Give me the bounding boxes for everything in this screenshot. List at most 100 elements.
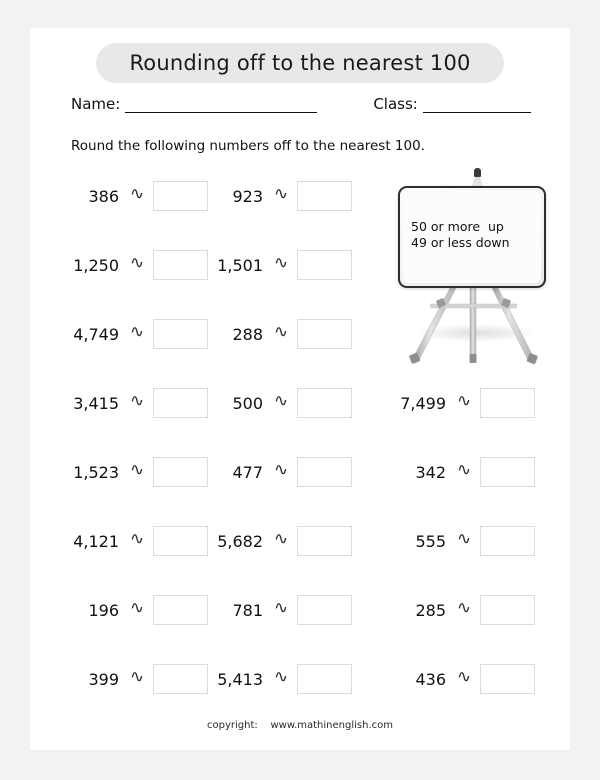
approx-icon: ∿	[129, 667, 145, 687]
question-number: 436	[415, 669, 446, 689]
answer-input-box[interactable]	[153, 526, 208, 556]
answer-input-box[interactable]	[480, 388, 535, 418]
answer-input-box[interactable]	[297, 664, 352, 694]
problem-item: 923 ∿	[208, 176, 352, 216]
approx-icon: ∿	[129, 391, 145, 411]
question-number: 342	[415, 462, 446, 482]
problem-item: 4,749 ∿	[64, 314, 208, 354]
answer-input-box[interactable]	[153, 595, 208, 625]
question-number: 399	[88, 669, 119, 689]
answer-input-box[interactable]	[297, 319, 352, 349]
problem-item: 342 ∿	[385, 452, 535, 492]
approx-icon: ∿	[273, 529, 289, 549]
question-number: 923	[232, 186, 263, 206]
problem-item: 7,499 ∿	[385, 383, 535, 423]
problem-item: 1,501 ∿	[208, 245, 352, 285]
problem-row: 196 ∿ 781 ∿ 285 ∿	[30, 590, 570, 659]
question-number: 4,749	[73, 324, 119, 344]
question-number: 781	[232, 600, 263, 620]
problem-item: 3,415 ∿	[64, 383, 208, 423]
approx-icon: ∿	[273, 322, 289, 342]
approx-icon: ∿	[456, 598, 472, 618]
problem-row: 4,749 ∿ 288 ∿	[30, 314, 570, 383]
problem-item: 555 ∿	[385, 521, 535, 561]
approx-icon: ∿	[273, 460, 289, 480]
problem-item: 288 ∿	[208, 314, 352, 354]
approx-icon: ∿	[273, 667, 289, 687]
question-number: 196	[88, 600, 119, 620]
problem-item: 500 ∿	[208, 383, 352, 423]
problem-item: 781 ∿	[208, 590, 352, 630]
student-info-row: Name: Class:	[71, 91, 541, 113]
problem-row: 3,415 ∿ 500 ∿ 7,499 ∿	[30, 383, 570, 452]
copyright-footer: copyright: www.mathinenglish.com	[207, 720, 393, 731]
question-number: 1,501	[217, 255, 263, 275]
problem-row: 1,250 ∿ 1,501 ∿	[30, 245, 570, 314]
answer-input-box[interactable]	[480, 526, 535, 556]
approx-icon: ∿	[456, 391, 472, 411]
question-number: 477	[232, 462, 263, 482]
answer-input-box[interactable]	[153, 181, 208, 211]
approx-icon: ∿	[129, 460, 145, 480]
question-number: 555	[415, 531, 446, 551]
answer-input-box[interactable]	[480, 457, 535, 487]
problem-row: 399 ∿ 5,413 ∿ 436 ∿	[30, 659, 570, 728]
approx-icon: ∿	[273, 184, 289, 204]
approx-icon: ∿	[273, 391, 289, 411]
approx-icon: ∿	[273, 253, 289, 273]
name-label: Name:	[71, 95, 121, 113]
problem-row: 1,523 ∿ 477 ∿ 342 ∿	[30, 452, 570, 521]
problem-item: 4,121 ∿	[64, 521, 208, 561]
problem-item: 436 ∿	[385, 659, 535, 699]
question-number: 500	[232, 393, 263, 413]
problem-item: 1,250 ∿	[64, 245, 208, 285]
question-number: 288	[232, 324, 263, 344]
question-number: 1,250	[73, 255, 119, 275]
approx-icon: ∿	[456, 529, 472, 549]
answer-input-box[interactable]	[297, 595, 352, 625]
problem-item: 5,413 ∿	[208, 659, 352, 699]
approx-icon: ∿	[456, 460, 472, 480]
instruction-text: Round the following numbers off to the n…	[71, 138, 425, 154]
approx-icon: ∿	[456, 667, 472, 687]
page-title: Rounding off to the nearest 100	[129, 51, 471, 75]
question-number: 5,413	[217, 669, 263, 689]
name-input-line[interactable]	[125, 99, 318, 113]
problem-item: 477 ∿	[208, 452, 352, 492]
problem-item: 386 ∿	[64, 176, 208, 216]
question-number: 7,499	[400, 393, 446, 413]
question-number: 285	[415, 600, 446, 620]
problems-grid: 386 ∿ 923 ∿ 1,250 ∿ 1,501 ∿ 4,749 ∿ 288 …	[30, 176, 570, 728]
approx-icon: ∿	[129, 184, 145, 204]
approx-icon: ∿	[129, 322, 145, 342]
answer-input-box[interactable]	[297, 388, 352, 418]
answer-input-box[interactable]	[297, 457, 352, 487]
answer-input-box[interactable]	[480, 595, 535, 625]
question-number: 5,682	[217, 531, 263, 551]
answer-input-box[interactable]	[297, 181, 352, 211]
class-label: Class:	[373, 95, 418, 113]
answer-input-box[interactable]	[153, 664, 208, 694]
answer-input-box[interactable]	[153, 319, 208, 349]
approx-icon: ∿	[129, 253, 145, 273]
answer-input-box[interactable]	[297, 250, 352, 280]
problem-item: 399 ∿	[64, 659, 208, 699]
answer-input-box[interactable]	[480, 664, 535, 694]
worksheet-title-banner: Rounding off to the nearest 100	[96, 43, 504, 83]
class-input-line[interactable]	[422, 99, 531, 113]
question-number: 4,121	[73, 531, 119, 551]
question-number: 3,415	[73, 393, 119, 413]
question-number: 386	[88, 186, 119, 206]
problem-row: 386 ∿ 923 ∿	[30, 176, 570, 245]
problem-item: 5,682 ∿	[208, 521, 352, 561]
approx-icon: ∿	[129, 598, 145, 618]
answer-input-box[interactable]	[153, 250, 208, 280]
problem-item: 1,523 ∿	[64, 452, 208, 492]
answer-input-box[interactable]	[297, 526, 352, 556]
problem-item: 285 ∿	[385, 590, 535, 630]
answer-input-box[interactable]	[153, 388, 208, 418]
problem-row: 4,121 ∿ 5,682 ∿ 555 ∿	[30, 521, 570, 590]
answer-input-box[interactable]	[153, 457, 208, 487]
approx-icon: ∿	[273, 598, 289, 618]
problem-item: 196 ∿	[64, 590, 208, 630]
